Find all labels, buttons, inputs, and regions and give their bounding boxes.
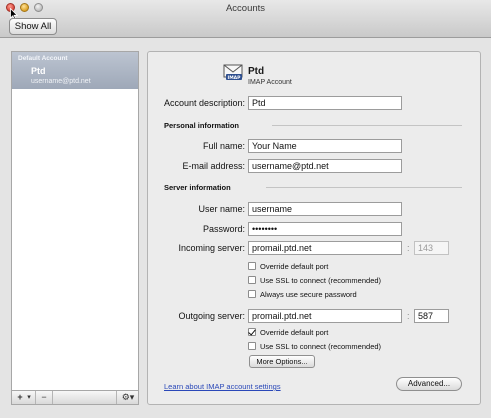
secure-password-checkbox[interactable] [248, 290, 256, 298]
incoming-override-port-label: Override default port [260, 262, 329, 271]
account-list-name: Ptd [31, 66, 46, 76]
account-action-gear-icon[interactable]: ⚙▾ [118, 391, 138, 404]
imap-mail-icon: IMAP [223, 64, 243, 81]
window-title: Accounts [225, 3, 266, 14]
password-label: Password: [202, 224, 245, 234]
toolbar-divider [35, 391, 36, 404]
incoming-port-field[interactable]: 143 [414, 241, 449, 255]
secure-password-label: Always use secure password [260, 290, 357, 299]
section-divider [266, 187, 462, 188]
incoming-ssl-label: Use SSL to connect (recommended) [260, 276, 382, 285]
personal-info-heading: Personal information [164, 121, 240, 130]
add-account-menu-arrow-icon[interactable]: ▾ [25, 391, 33, 404]
port-separator: : [407, 243, 410, 253]
account-list[interactable]: Default Account Ptd username@ptd.net [11, 51, 139, 391]
port-separator: : [407, 311, 410, 321]
account-list-toolbar: + ▾ − ⚙▾ [11, 390, 139, 405]
accounts-window: Accounts Show All Default Account Ptd us… [0, 0, 491, 418]
full-name-field[interactable]: Your Name [248, 139, 402, 153]
email-address-label: E-mail address: [182, 161, 245, 171]
svg-text:IMAP: IMAP [228, 75, 242, 81]
account-description-field[interactable]: Ptd [248, 96, 402, 110]
outgoing-ssl-checkbox[interactable] [248, 342, 256, 350]
show-all-button[interactable]: Show All [9, 18, 57, 35]
server-info-heading: Server information [164, 183, 231, 192]
more-options-button[interactable]: More Options... [249, 355, 315, 368]
section-divider [272, 125, 462, 126]
advanced-button[interactable]: Advanced... [396, 377, 462, 391]
user-name-label: User name: [198, 204, 245, 214]
outgoing-override-port-checkbox[interactable] [248, 328, 256, 336]
toolbar-divider [52, 391, 53, 404]
password-field[interactable]: •••••••• [248, 222, 402, 236]
outgoing-ssl-label: Use SSL to connect (recommended) [260, 342, 382, 351]
outgoing-override-port-label: Override default port [260, 328, 329, 337]
account-group-label: Default Account [18, 55, 68, 62]
incoming-ssl-checkbox[interactable] [248, 276, 256, 284]
account-settings-panel: IMAP Ptd IMAP Account Account descriptio… [147, 51, 481, 405]
outgoing-server-label: Outgoing server: [178, 311, 245, 321]
account-header-name: Ptd [248, 66, 265, 77]
outgoing-port-field[interactable]: 587 [414, 309, 449, 323]
outgoing-server-field[interactable]: promail.ptd.net [248, 309, 402, 323]
email-address-field[interactable]: username@ptd.net [248, 159, 402, 173]
account-header-type: IMAP Account [248, 79, 292, 86]
account-description-label: Account description: [163, 98, 245, 108]
account-list-item-ptd[interactable]: Default Account Ptd username@ptd.net [12, 52, 138, 89]
user-name-field[interactable]: username [248, 202, 402, 216]
title-bar: Accounts Show All [0, 0, 491, 38]
toolbar-divider [116, 391, 117, 404]
remove-account-button[interactable]: − [37, 391, 51, 404]
full-name-label: Full name: [202, 141, 245, 151]
learn-imap-settings-link[interactable]: Learn about IMAP account settings [164, 382, 281, 391]
incoming-server-label: Incoming server: [178, 243, 245, 253]
incoming-override-port-checkbox[interactable] [248, 262, 256, 270]
account-list-email: username@ptd.net [31, 78, 91, 85]
incoming-server-field[interactable]: promail.ptd.net [248, 241, 402, 255]
